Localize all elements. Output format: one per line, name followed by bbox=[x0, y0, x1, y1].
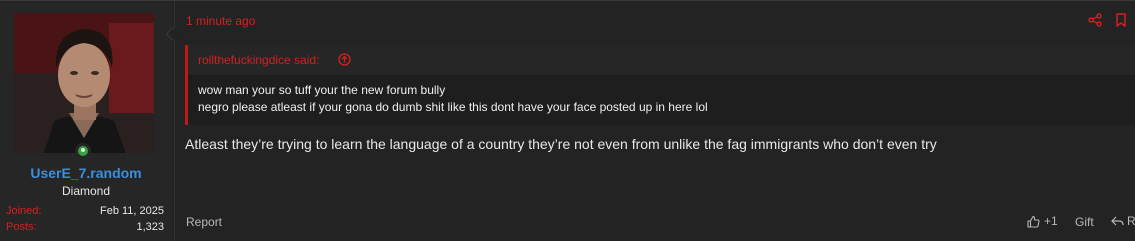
joined-row: Joined: Feb 11, 2025 bbox=[6, 205, 164, 217]
quote-block: rollthefuckingdice said: wow man your so… bbox=[185, 45, 1135, 125]
report-link[interactable]: Report bbox=[186, 215, 222, 229]
bookmark-icon[interactable] bbox=[1115, 13, 1127, 27]
joined-label: Joined: bbox=[6, 205, 42, 217]
post-message: Atleast they’re trying to learn the lang… bbox=[185, 136, 937, 152]
posts-label: Posts: bbox=[6, 221, 37, 233]
gift-button[interactable]: Gift bbox=[1075, 215, 1094, 229]
username[interactable]: UserE_7.random bbox=[0, 165, 172, 181]
like-button[interactable]: +1 bbox=[1027, 214, 1058, 228]
forum-post: UserE_7.random Diamond Joined: Feb 11, 2… bbox=[0, 0, 1135, 241]
posts-value: 1,323 bbox=[136, 221, 164, 233]
user-cell: UserE_7.random Diamond Joined: Feb 11, 2… bbox=[0, 1, 172, 241]
arrow-up-circle-icon[interactable] bbox=[338, 53, 351, 66]
avatar[interactable] bbox=[14, 13, 154, 153]
quote-line: negro please atleast if your gona do dum… bbox=[198, 100, 708, 114]
like-count: +1 bbox=[1044, 214, 1058, 228]
avatar-image bbox=[14, 13, 154, 153]
user-title: Diamond bbox=[61, 184, 111, 198]
quote-author[interactable]: rollthefuckingdice said: bbox=[198, 53, 319, 67]
thumbs-up-icon bbox=[1027, 215, 1040, 228]
reply-label: R bbox=[1127, 214, 1135, 228]
online-status-icon bbox=[75, 143, 91, 159]
reply-icon bbox=[1111, 216, 1124, 226]
post-time[interactable]: 1 minute ago bbox=[186, 14, 255, 28]
reply-button[interactable]: R bbox=[1111, 214, 1135, 228]
quote-header: rollthefuckingdice said: bbox=[188, 45, 1135, 75]
joined-value: Feb 11, 2025 bbox=[99, 205, 164, 217]
quote-line: wow man your so tuff your the new forum … bbox=[198, 83, 446, 97]
posts-row: Posts: 1,323 bbox=[6, 221, 164, 233]
share-icon[interactable] bbox=[1088, 13, 1102, 27]
